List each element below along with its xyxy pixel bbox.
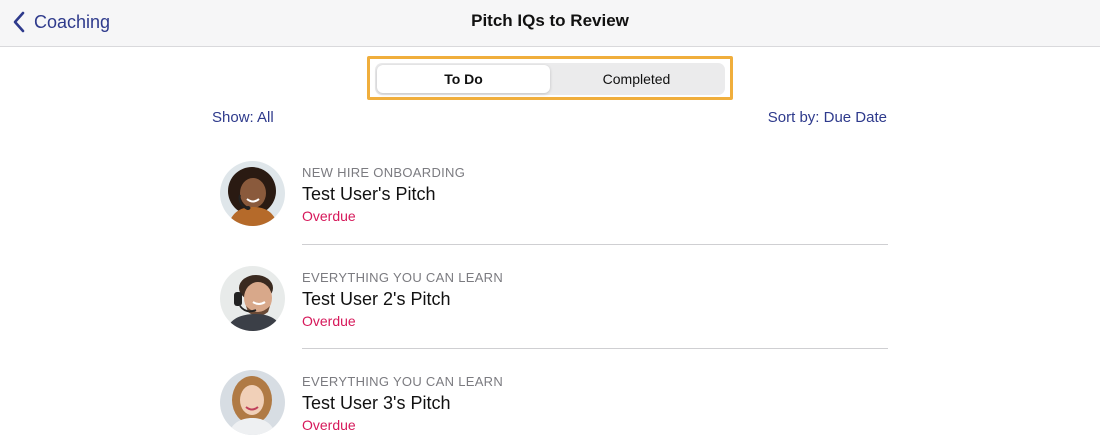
woman-blonde-avatar-icon — [220, 370, 285, 435]
sort-button[interactable]: Sort by: Due Date — [768, 109, 887, 126]
list-item[interactable]: EVERYTHING YOU CAN LEARN Test User 2's P… — [212, 245, 888, 349]
segment-completed[interactable]: Completed — [550, 65, 723, 93]
item-status: Overdue — [302, 312, 356, 329]
woman-headset-avatar-icon — [220, 161, 285, 226]
page-title: Pitch IQs to Review — [471, 11, 629, 30]
item-status: Overdue — [302, 417, 356, 433]
item-title: Test User's Pitch — [302, 184, 436, 204]
navigation-bar: Coaching Pitch IQs to Review — [0, 0, 1100, 47]
list-item[interactable]: EVERYTHING YOU CAN LEARN Test User 3's P… — [212, 349, 888, 442]
list-item-text: NEW HIRE ONBOARDING Test User's Pitch Ov… — [302, 165, 465, 225]
pitch-list: NEW HIRE ONBOARDING Test User's Pitch Ov… — [212, 140, 888, 442]
segment-todo[interactable]: To Do — [377, 65, 550, 93]
segmented-control: To Do Completed — [375, 63, 725, 95]
item-status: Overdue — [302, 208, 356, 224]
item-title: Test User 2's Pitch — [302, 288, 451, 309]
show-filter-button[interactable]: Show: All — [212, 109, 274, 126]
item-category: EVERYTHING YOU CAN LEARN — [302, 374, 504, 389]
list-item-text: EVERYTHING YOU CAN LEARN Test User 3's P… — [302, 374, 503, 434]
avatar — [220, 370, 285, 435]
avatar — [220, 265, 285, 331]
item-title: Test User 3's Pitch — [302, 393, 451, 413]
list-item[interactable]: NEW HIRE ONBOARDING Test User's Pitch Ov… — [212, 140, 888, 245]
item-category: EVERYTHING YOU CAN LEARN — [302, 269, 504, 285]
avatar — [220, 161, 285, 226]
item-category: NEW HIRE ONBOARDING — [302, 165, 466, 180]
list-item-text: EVERYTHING YOU CAN LEARN Test User 2's P… — [302, 270, 503, 330]
man-headset-avatar-icon — [220, 265, 285, 331]
